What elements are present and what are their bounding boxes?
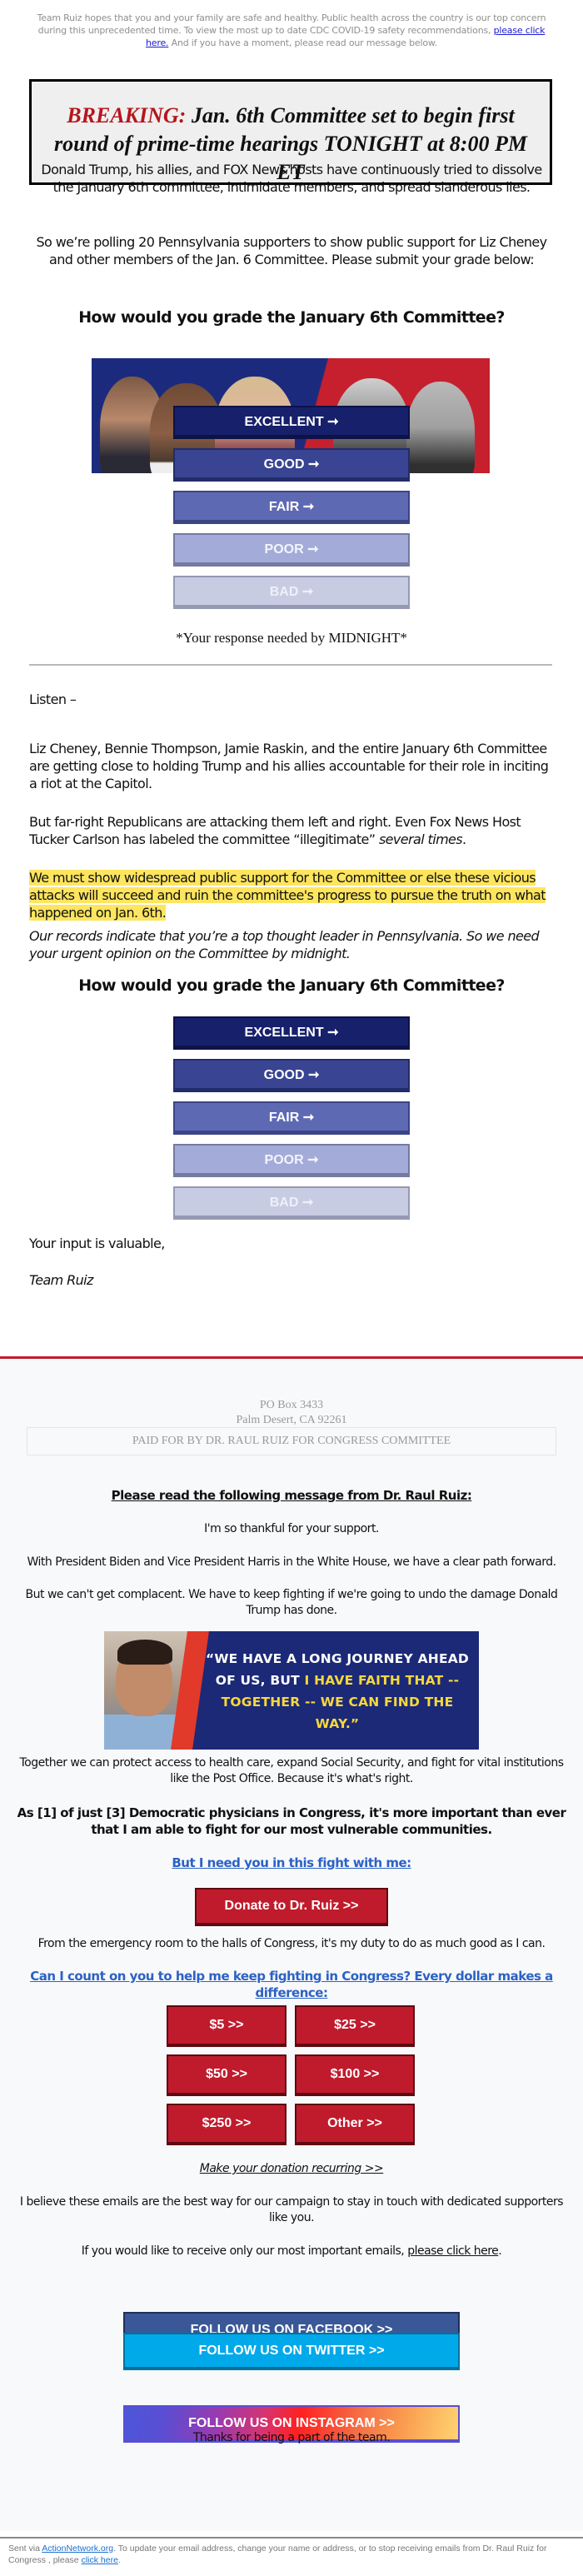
- donate-other-button[interactable]: Other >>: [295, 2104, 415, 2145]
- footer-paragraph-4: Together we can protect access to health…: [19, 1756, 564, 1785]
- divider: [29, 664, 552, 666]
- highlighted-paragraph: We must show widespread public support f…: [29, 870, 546, 921]
- footer-paragraph-7: I believe these emails are the best way …: [19, 2195, 564, 2224]
- grade-excellent-button-2[interactable]: EXCELLENT ➞: [173, 1016, 410, 1050]
- signature: Team Ruiz: [29, 1272, 93, 1288]
- body-paragraph-2: But far-right Republicans are attacking …: [29, 814, 521, 847]
- grade-good-button[interactable]: GOOD ➞: [173, 448, 410, 482]
- donate-25-button[interactable]: $25 >>: [295, 2005, 415, 2047]
- fight-with-me-link[interactable]: But I need you in this fight with me:: [172, 1855, 411, 1870]
- fight-link-wrap: But I need you in this fight with me:: [17, 1855, 566, 1872]
- poll-question-1: How would you grade the January 6th Comm…: [78, 308, 505, 327]
- footer-paragraph-2: With President Biden and Vice President …: [27, 1555, 556, 1569]
- ruiz-quote-banner[interactable]: “WE HAVE A LONG JOURNEY AHEAD OF US, BUT…: [104, 1631, 479, 1750]
- unsubscribe-link[interactable]: click here: [82, 2555, 118, 2565]
- footer-paragraph-5: As [1] of just [3] Democratic physicians…: [17, 1805, 566, 1837]
- footer-paragraph-3: But we can't get complacent. We have to …: [25, 1588, 558, 1617]
- recurring-wrap: Make your donation recurring >>: [17, 2161, 566, 2177]
- body-paragraph-1: Liz Cheney, Bennie Thompson, Jamie Raski…: [29, 741, 549, 791]
- paid-for-disclaimer: PAID FOR BY DR. RAUL RUIZ FOR CONGRESS C…: [27, 1427, 556, 1455]
- italic-note: Our records indicate that you’re a top t…: [29, 928, 540, 961]
- count-on-you-link[interactable]: Can I count on you to help me keep fight…: [30, 1969, 553, 2000]
- breaking-label: BREAKING:: [67, 103, 187, 127]
- grade-fair-button[interactable]: FAIR ➞: [173, 491, 410, 524]
- grade-good-button-2[interactable]: GOOD ➞: [173, 1059, 410, 1092]
- bottom-divider: [0, 2537, 583, 2539]
- listen-text: Listen –: [29, 691, 77, 707]
- donate-250-button[interactable]: $250 >>: [167, 2104, 287, 2145]
- grade-poor-button-2[interactable]: POOR ➞: [173, 1144, 410, 1177]
- footer-paragraph-1: I'm so thankful for your support.: [204, 1522, 379, 1535]
- recurring-link[interactable]: Make your donation recurring >>: [200, 2162, 384, 2175]
- count-on-you-wrap: Can I count on you to help me keep fight…: [4, 1969, 579, 2002]
- donate-100-button[interactable]: $100 >>: [295, 2054, 415, 2096]
- donate-button[interactable]: Donate to Dr. Ruiz >>: [195, 1888, 388, 1926]
- unsubscribe-text: Sent via ActionNetwork.org. To update yo…: [8, 2544, 547, 2565]
- mailing-address: PO Box 3433 Palm Desert, CA 92261: [236, 1399, 347, 1426]
- deadline-note: *Your response needed by MIDNIGHT*: [176, 630, 407, 646]
- message-heading: Please read the following message from D…: [111, 1488, 472, 1503]
- donate-50-button[interactable]: $50 >>: [167, 2054, 287, 2096]
- important-emails-link[interactable]: please click here: [407, 2244, 499, 2258]
- grade-excellent-button[interactable]: EXCELLENT ➞: [173, 406, 410, 439]
- follow-twitter-button[interactable]: FOLLOW US ON TWITTER >>: [123, 2333, 460, 2370]
- signoff-text: Your input is valuable,: [29, 1236, 165, 1251]
- grade-bad-button-2[interactable]: BAD ➞: [173, 1186, 410, 1220]
- grade-poor-button[interactable]: POOR ➞: [173, 533, 410, 567]
- preheader-text: Team Ruiz hopes that you and your family…: [37, 12, 546, 48]
- poll-question-2: How would you grade the January 6th Comm…: [78, 976, 505, 995]
- actionnetwork-link[interactable]: ActionNetwork.org: [42, 2544, 113, 2554]
- mccarthy-photo: [406, 382, 475, 473]
- footer-paragraph-8: If you would like to receive only our mo…: [81, 2244, 502, 2258]
- grade-bad-button[interactable]: BAD ➞: [173, 576, 410, 609]
- intro-paragraph-2: So we’re polling 20 Pennsylvania support…: [36, 234, 547, 267]
- intro-paragraph-1: Donald Trump, his allies, and FOX News h…: [41, 162, 542, 195]
- grade-fair-button-2[interactable]: FAIR ➞: [173, 1101, 410, 1135]
- thanks-text: Thanks for being a part of the team.: [192, 2431, 391, 2444]
- footer-paragraph-6: From the emergency room to the halls of …: [37, 1937, 546, 1950]
- donate-5-button[interactable]: $5 >>: [167, 2005, 287, 2047]
- ruiz-quote: “WE HAVE A LONG JOURNEY AHEAD OF US, BUT…: [205, 1651, 469, 1731]
